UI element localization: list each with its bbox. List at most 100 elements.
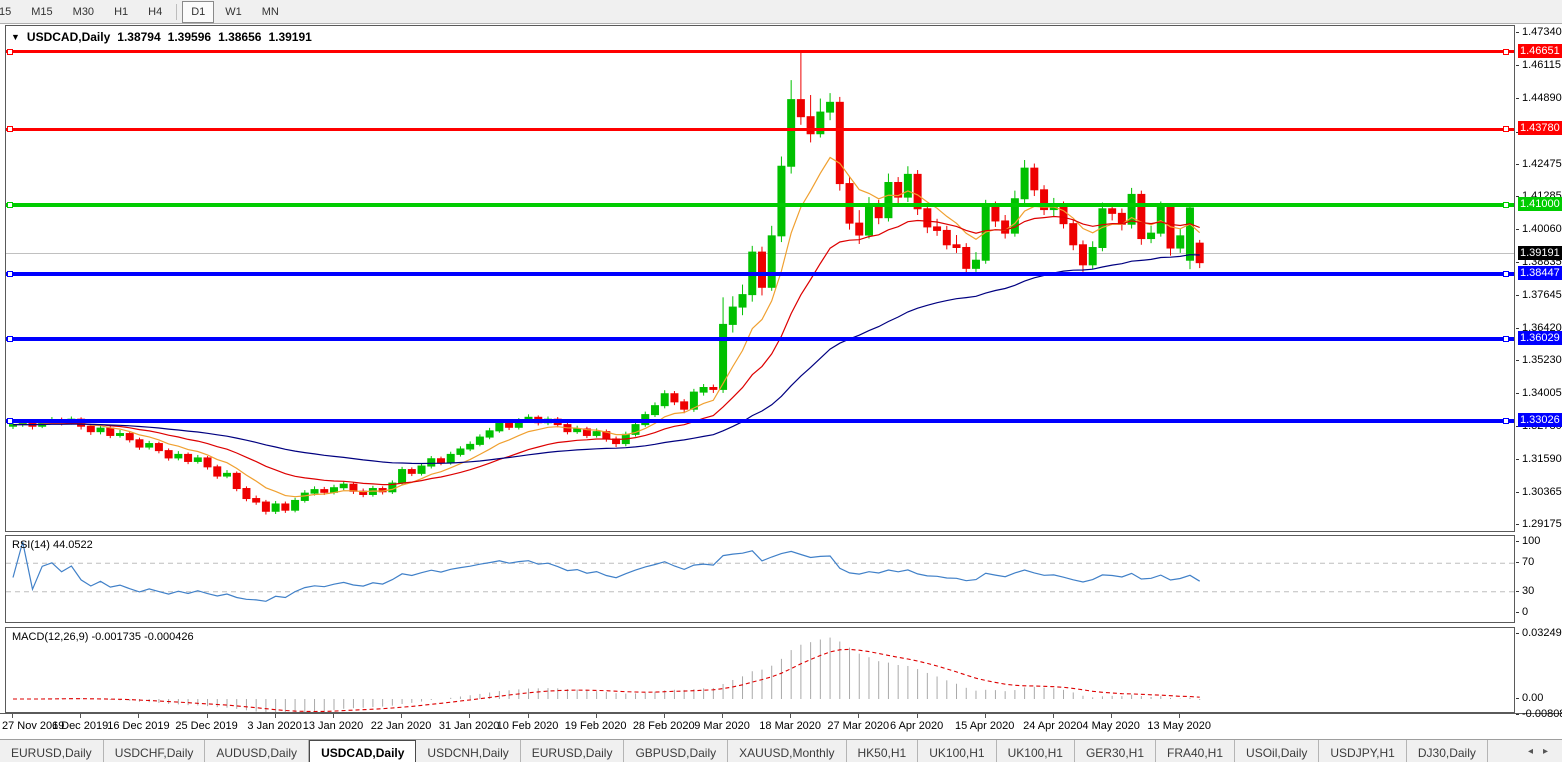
fast-ma-line bbox=[13, 158, 1200, 497]
chart-tab-bar: EURUSD,DailyUSDCHF,DailyAUDUSD,DailyUSDC… bbox=[0, 739, 1562, 762]
timeframe-button-m15[interactable]: M15 bbox=[22, 1, 61, 23]
timeframe-button-w1[interactable]: W1 bbox=[216, 1, 251, 23]
tab-scroll-right-icon[interactable]: ▸ bbox=[1543, 746, 1548, 757]
time-axis-tick bbox=[596, 714, 597, 718]
chart-tab-usdcad-daily[interactable]: USDCAD,Daily bbox=[309, 740, 416, 762]
price-axis-tick bbox=[1516, 229, 1519, 230]
mid-ma-line bbox=[13, 217, 1200, 485]
price-axis-label: 1.47340 bbox=[1522, 26, 1562, 38]
horizontal-line-1.46651[interactable] bbox=[6, 50, 1514, 53]
chart-tab-eurusd-daily[interactable]: EURUSD,Daily bbox=[521, 740, 625, 762]
chart-tab-usdchf-daily[interactable]: USDCHF,Daily bbox=[104, 740, 206, 762]
price-badge-1.39191: 1.39191 bbox=[1518, 246, 1562, 260]
time-axis-tick bbox=[469, 714, 470, 718]
line-endpoint-marker bbox=[7, 49, 13, 55]
price-axis-tick bbox=[1516, 492, 1519, 493]
price-badge-1.41000: 1.41000 bbox=[1518, 197, 1562, 211]
macd-axis-label: -0.008086 bbox=[1522, 708, 1562, 720]
chart-tab-usdjpy-h1[interactable]: USDJPY,H1 bbox=[1319, 740, 1406, 762]
tab-scroll-left-icon[interactable]: ◂ bbox=[1528, 746, 1533, 757]
ohlc-close: 1.39191 bbox=[268, 30, 311, 44]
rsi-indicator-panel[interactable]: RSI(14) 44.0522 bbox=[5, 535, 1515, 623]
line-endpoint-marker bbox=[7, 202, 13, 208]
price-axis-tick bbox=[1516, 262, 1519, 263]
price-axis-label: 1.31590 bbox=[1522, 453, 1562, 465]
horizontal-line-1.33026[interactable] bbox=[6, 419, 1514, 423]
chart-title: ▼ USDCAD,Daily 1.38794 1.39596 1.38656 1… bbox=[11, 30, 312, 44]
time-axis-tick bbox=[858, 714, 859, 718]
price-axis-label: 1.34005 bbox=[1522, 387, 1562, 399]
macd-axis-label: 0.032493 bbox=[1522, 627, 1562, 639]
line-endpoint-marker bbox=[7, 126, 13, 132]
line-endpoint-marker bbox=[1503, 126, 1509, 132]
timeframe-button-mn[interactable]: MN bbox=[253, 1, 288, 23]
price-axis-label: 1.37645 bbox=[1522, 289, 1562, 301]
time-axis-tick bbox=[12, 714, 13, 718]
chart-tab-fra40-h1[interactable]: FRA40,H1 bbox=[1156, 740, 1235, 762]
chart-tab-xauusd-monthly[interactable]: XAUUSD,Monthly bbox=[728, 740, 846, 762]
timeframe-button-d1[interactable]: D1 bbox=[182, 1, 214, 23]
time-axis-tick bbox=[664, 714, 665, 718]
horizontal-line-1.4378[interactable] bbox=[6, 128, 1514, 131]
macd-axis-tick bbox=[1516, 633, 1519, 634]
rsi-label: RSI(14) 44.0522 bbox=[12, 539, 93, 551]
rsi-axis-tick bbox=[1516, 562, 1519, 563]
macd-plot[interactable] bbox=[6, 628, 1514, 712]
time-axis-tick bbox=[1179, 714, 1180, 718]
line-endpoint-marker bbox=[1503, 271, 1509, 277]
time-axis-label: 6 Dec 2019 bbox=[52, 720, 108, 732]
time-axis-tick bbox=[207, 714, 208, 718]
price-axis-tick bbox=[1516, 164, 1519, 165]
line-endpoint-marker bbox=[1503, 202, 1509, 208]
chart-tab-usdcnh-daily[interactable]: USDCNH,Daily bbox=[416, 740, 520, 762]
tab-nav: ◂▸ bbox=[1514, 740, 1562, 762]
price-axis-tick bbox=[1516, 295, 1519, 296]
time-axis-label: 25 Dec 2019 bbox=[175, 720, 237, 732]
price-badge-1.38447: 1.38447 bbox=[1518, 266, 1562, 280]
macd-indicator-panel[interactable]: MACD(12,26,9) -0.001735 -0.000426 bbox=[5, 627, 1515, 713]
timeframe-button-h4[interactable]: H4 bbox=[139, 1, 171, 23]
ohlc-low: 1.38656 bbox=[218, 30, 261, 44]
macd-axis-tick bbox=[1516, 698, 1519, 699]
horizontal-line-1.41[interactable] bbox=[6, 203, 1514, 207]
chart-tab-uk100-h1[interactable]: UK100,H1 bbox=[997, 740, 1075, 762]
time-axis-label: 13 Jan 2020 bbox=[303, 720, 364, 732]
time-axis-tick bbox=[275, 714, 276, 718]
price-axis-label: 1.44890 bbox=[1522, 92, 1562, 104]
rsi-plot[interactable] bbox=[6, 536, 1514, 622]
timeframe-button-h1[interactable]: H1 bbox=[105, 1, 137, 23]
ohlc-open: 1.38794 bbox=[117, 30, 160, 44]
chart-tab-eurusd-daily[interactable]: EURUSD,Daily bbox=[0, 740, 104, 762]
rsi-axis-tick bbox=[1516, 591, 1519, 592]
price-axis-label: 1.40060 bbox=[1522, 223, 1562, 235]
chart-dropdown-icon[interactable]: ▼ bbox=[11, 32, 20, 42]
rsi-axis-tick bbox=[1516, 612, 1519, 613]
chart-tab-gbpusd-daily[interactable]: GBPUSD,Daily bbox=[624, 740, 728, 762]
line-endpoint-marker bbox=[1503, 336, 1509, 342]
chart-tab-hk50-h1[interactable]: HK50,H1 bbox=[847, 740, 919, 762]
chart-tab-uk100-h1[interactable]: UK100,H1 bbox=[918, 740, 996, 762]
toolbar-separator bbox=[176, 4, 177, 20]
time-axis-tick bbox=[1053, 714, 1054, 718]
rsi-axis-label: 100 bbox=[1522, 535, 1540, 547]
price-axis-tick bbox=[1516, 65, 1519, 66]
time-axis-label: 6 Apr 2020 bbox=[890, 720, 943, 732]
timeframe-button-m30[interactable]: M30 bbox=[64, 1, 103, 23]
horizontal-line-1.38447[interactable] bbox=[6, 272, 1514, 276]
price-axis-tick bbox=[1516, 360, 1519, 361]
horizontal-line-1.36029[interactable] bbox=[6, 337, 1514, 341]
timeframe-button-15[interactable]: 15 bbox=[0, 1, 20, 23]
time-axis-label: 3 Jan 2020 bbox=[247, 720, 301, 732]
rsi-axis-label: 30 bbox=[1522, 585, 1534, 597]
timeframe-toolbar: 15M15M30H1H4 D1W1MN bbox=[0, 0, 1562, 24]
chart-tab-ger30-h1[interactable]: GER30,H1 bbox=[1075, 740, 1156, 762]
chart-tab-audusd-daily[interactable]: AUDUSD,Daily bbox=[205, 740, 309, 762]
main-price-chart[interactable] bbox=[5, 25, 1515, 532]
line-endpoint-marker bbox=[7, 271, 13, 277]
chart-symbol-period: USDCAD,Daily bbox=[27, 30, 110, 44]
chart-tab-dj30-daily[interactable]: DJ30,Daily bbox=[1407, 740, 1488, 762]
chart-tab-usoil-daily[interactable]: USOil,Daily bbox=[1235, 740, 1319, 762]
price-axis-label: 1.42475 bbox=[1522, 158, 1562, 170]
price-axis-tick bbox=[1516, 393, 1519, 394]
candlestick-plot[interactable] bbox=[6, 26, 1514, 531]
